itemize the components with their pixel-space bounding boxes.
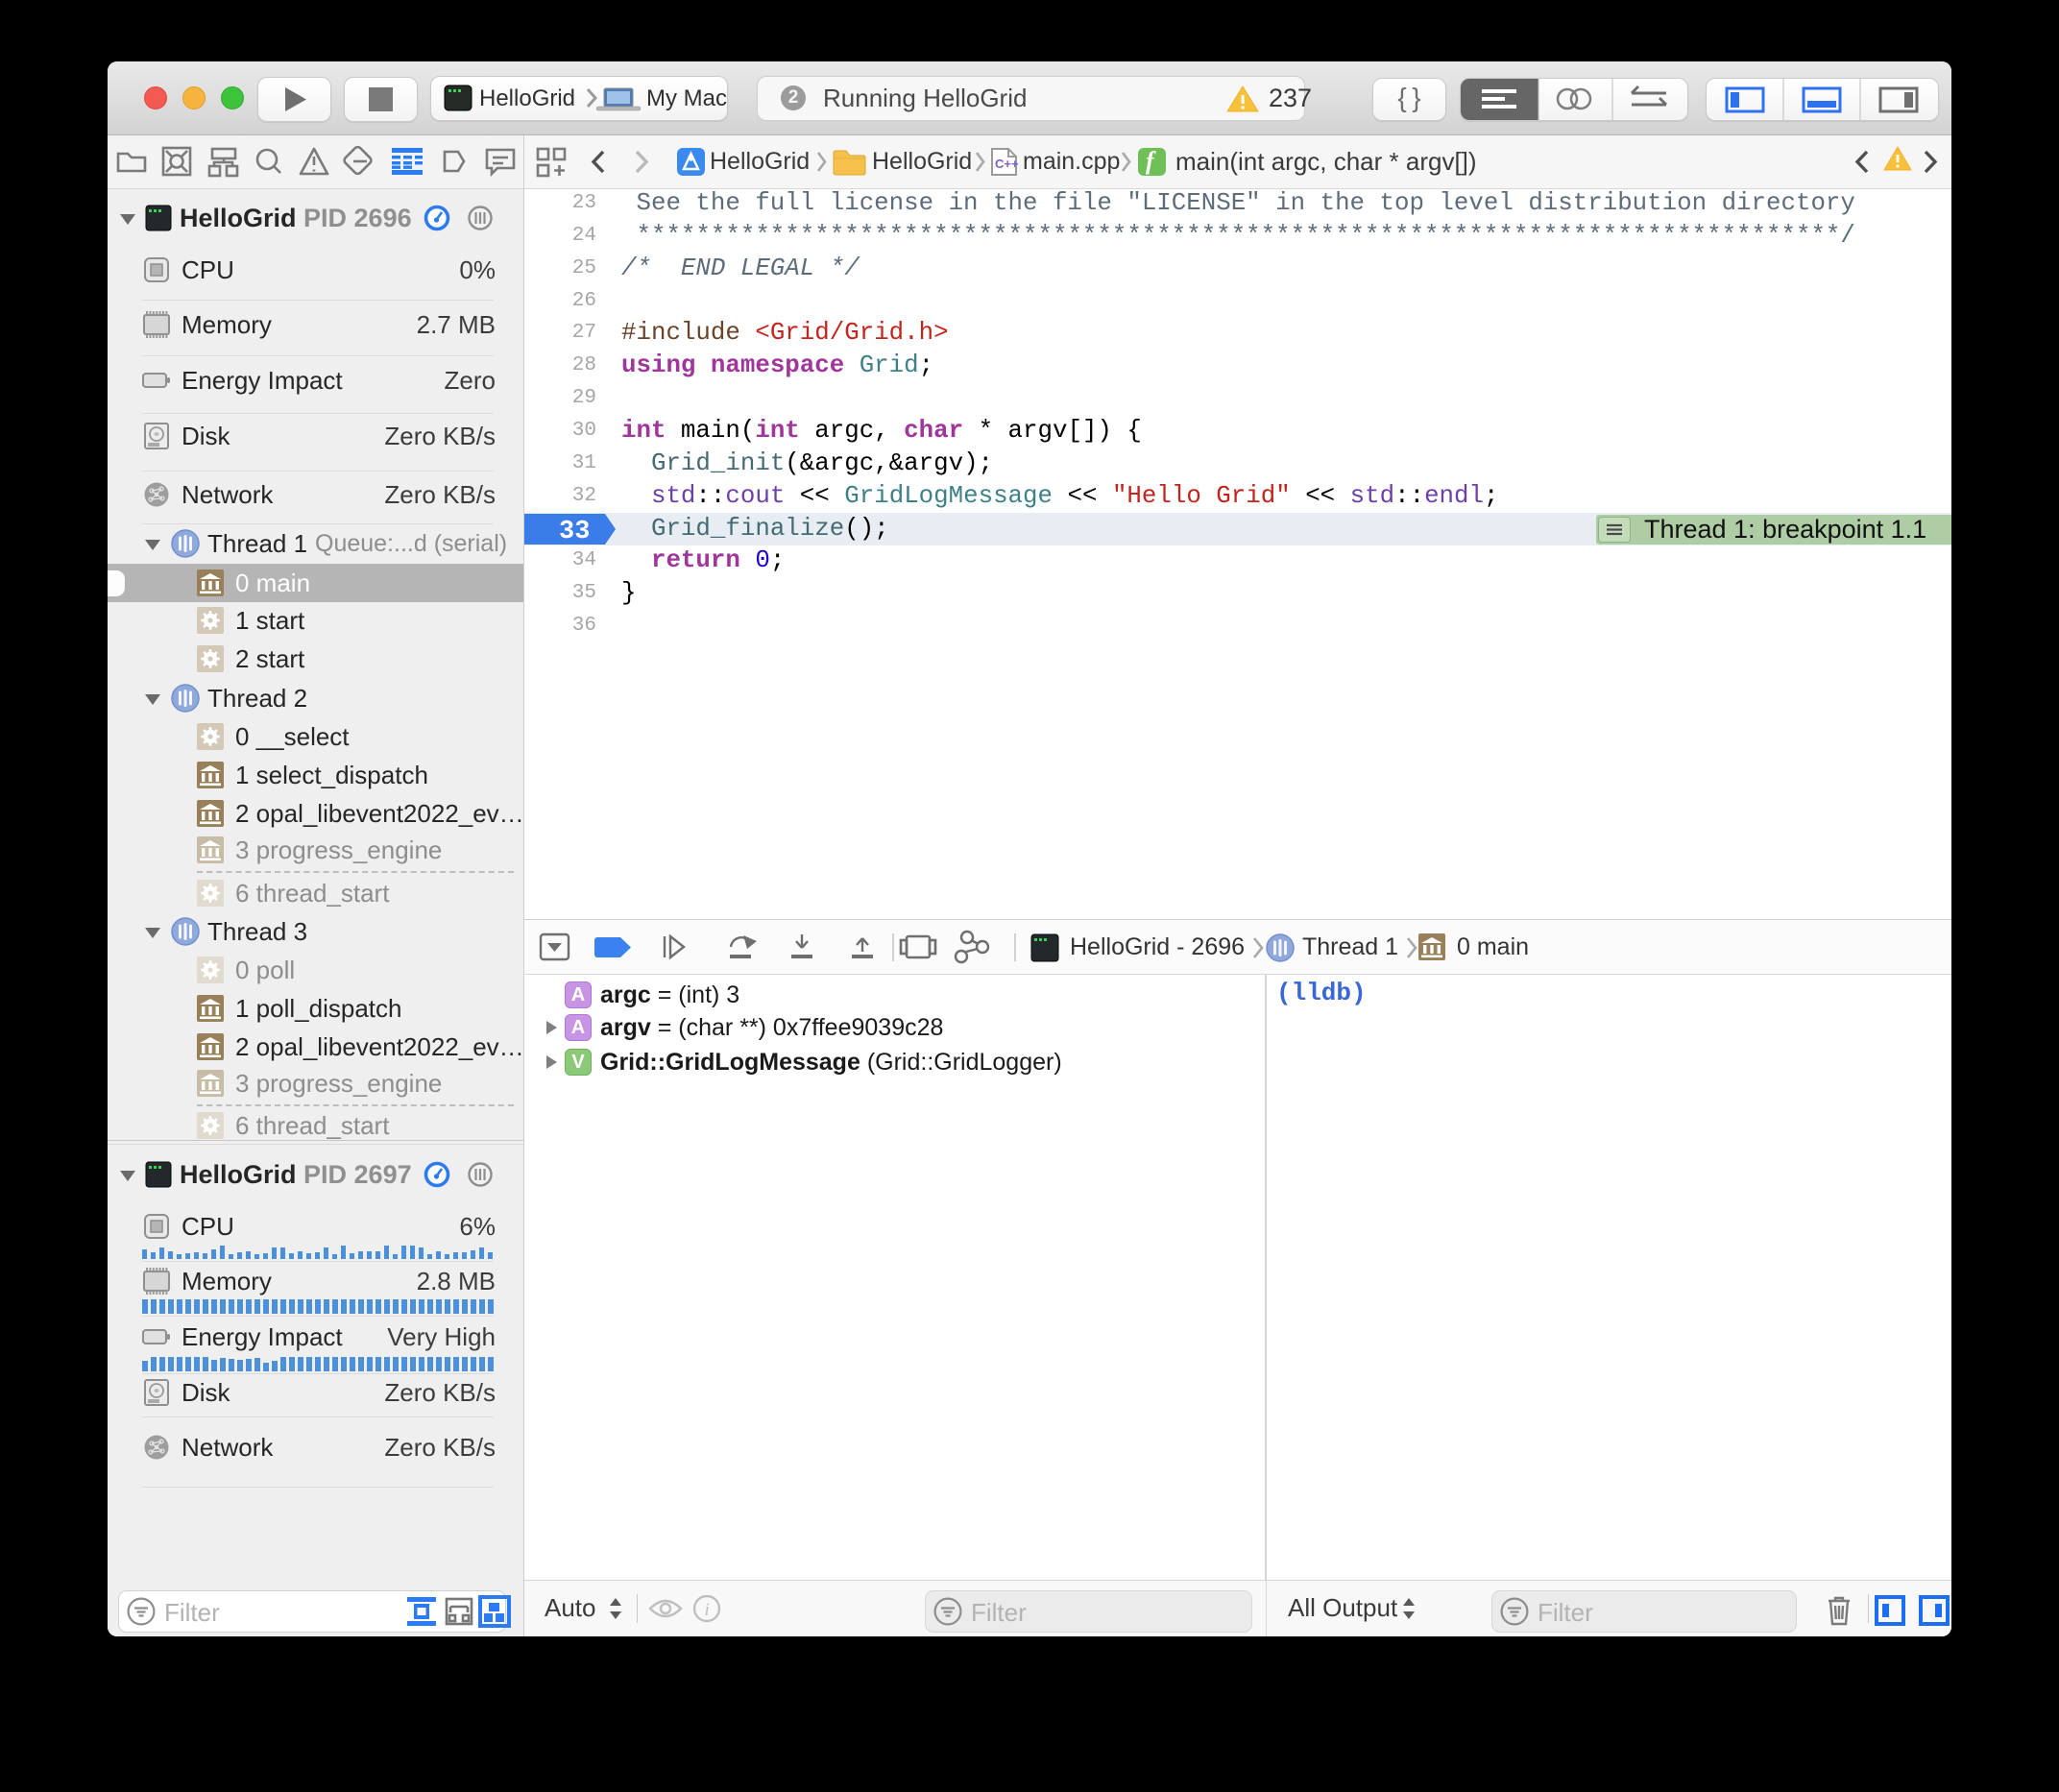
svg-text:i: i <box>705 1600 710 1620</box>
svg-text:C++: C++ <box>995 157 1019 171</box>
svg-text:33: 33 <box>559 518 590 545</box>
